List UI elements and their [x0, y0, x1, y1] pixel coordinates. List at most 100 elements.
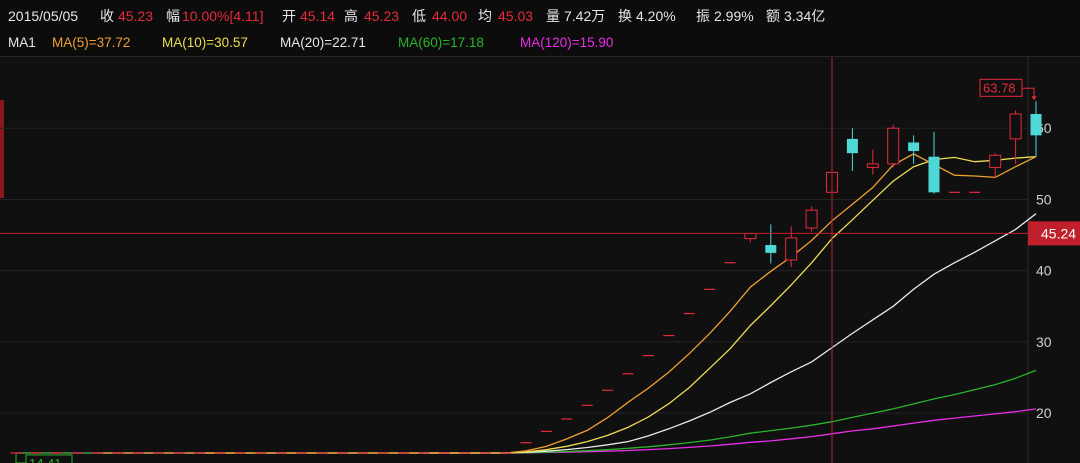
candle-body [194, 452, 206, 454]
candle-body [1030, 113, 1042, 136]
candle-body [275, 452, 287, 454]
candle-body [908, 142, 920, 152]
amplitude-value: 2.99% [714, 8, 754, 24]
candle [908, 135, 920, 164]
amount-value: 3.34亿 [784, 8, 826, 24]
candle-body [316, 452, 328, 454]
candle [234, 452, 246, 454]
moving-average-lines [16, 153, 1037, 454]
candle-body [846, 138, 858, 154]
candle [398, 452, 410, 454]
min-price-pointer [15, 453, 26, 463]
candle [1009, 110, 1022, 164]
candle-body [765, 245, 777, 253]
candle [683, 312, 695, 315]
candle-body [234, 452, 246, 454]
change-value: 10.00%[4.11] [182, 8, 264, 24]
quote-date: 2015/05/05 [8, 8, 79, 24]
max-price-label: 63.78 [983, 80, 1016, 95]
low-label: 低 [412, 8, 426, 24]
high-value: 45.23 [364, 8, 400, 24]
candle [704, 288, 716, 290]
candle-body [602, 389, 614, 391]
min-price-label: 14.41 [29, 456, 62, 463]
candle-body [663, 334, 675, 337]
price-axis: 2030405060 [1036, 120, 1052, 421]
candle-body [112, 452, 124, 454]
candle [642, 354, 654, 357]
candle-body [255, 452, 267, 454]
candle [438, 452, 450, 454]
candle [275, 452, 287, 454]
close-value: 45.23 [118, 8, 154, 24]
volume-value: 7.42万 [564, 8, 606, 24]
quote-info-bar: 2015/05/05 收 45.23 幅 10.00%[4.11] 开 45.1… [0, 0, 1080, 33]
y-tick-label-40: 40 [1036, 263, 1052, 279]
candle [500, 452, 512, 454]
candle-body [92, 452, 104, 454]
candle [377, 452, 389, 454]
ma120-line [16, 408, 1037, 454]
open-value: 45.14 [300, 8, 336, 24]
candle [112, 452, 124, 454]
candle [663, 334, 675, 337]
low-value: 44.00 [432, 8, 468, 24]
ma60-legend: MA(60)=17.18 [398, 35, 484, 50]
candle-body [357, 452, 369, 454]
candle [1030, 101, 1042, 157]
candle-body [10, 452, 22, 454]
ma5-legend: MA(5)=37.72 [52, 35, 131, 50]
candle [765, 224, 777, 264]
candle [724, 262, 736, 264]
candle-body [71, 452, 83, 454]
y-tick-label-50: 50 [1036, 191, 1052, 207]
candle [51, 452, 63, 454]
candle [785, 226, 798, 268]
candle-body [377, 452, 389, 454]
kline-chart[interactable]: 2030405060 45.24 63.7814.41 [0, 57, 1080, 463]
y-tick-label-20: 20 [1036, 405, 1052, 421]
candle [989, 153, 1002, 179]
price-grid [0, 127, 1028, 414]
candle-body [132, 452, 144, 454]
candle [969, 191, 981, 193]
candle-body [785, 237, 798, 261]
candle-body [642, 354, 654, 357]
ma120-legend: MA(120)=15.90 [520, 35, 614, 50]
candle-body [622, 373, 634, 375]
candle [622, 373, 634, 375]
candle-body [51, 452, 63, 454]
candle-body [969, 191, 981, 193]
candle-body [438, 452, 450, 454]
candle-body [540, 430, 552, 432]
candle [561, 418, 573, 420]
candle [887, 124, 900, 168]
candle [10, 452, 22, 454]
candle-body [30, 452, 42, 454]
high-label: 高 [344, 8, 358, 24]
ma-group-label[interactable]: MA1 [8, 32, 36, 54]
candle [357, 452, 369, 454]
amount-label: 额 [766, 8, 780, 24]
candle [540, 430, 552, 432]
candle [132, 452, 144, 454]
open-label: 开 [282, 8, 296, 24]
candle-body [928, 156, 940, 193]
candle [846, 128, 858, 171]
max-price-arrow [1031, 96, 1037, 101]
candle-body [805, 209, 818, 229]
candle [296, 452, 308, 454]
candle [255, 452, 267, 454]
candle [316, 452, 328, 454]
avg-value: 45.03 [498, 8, 534, 24]
candle [214, 452, 226, 454]
amplitude-label: 振 [696, 8, 710, 24]
candle [948, 191, 960, 193]
turnover-label: 换 [618, 8, 632, 24]
candle [92, 452, 104, 454]
candle-body [866, 163, 879, 168]
ma10-legend: MA(10)=30.57 [162, 35, 248, 50]
candle-body [989, 154, 1002, 168]
candle-body [704, 288, 716, 290]
candle-body [336, 452, 348, 454]
